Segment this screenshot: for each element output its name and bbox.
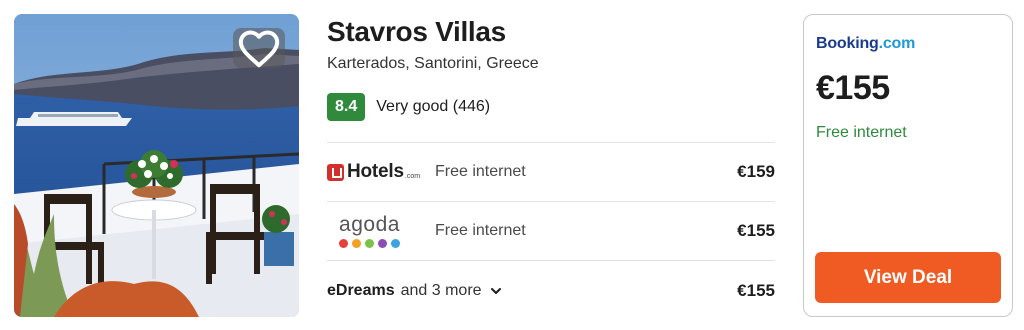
hotel-location: Karterados, Santorini, Greece [327, 55, 539, 72]
hotel-name[interactable]: Stavros Villas [327, 14, 775, 50]
booking-logo-name: Booking [816, 35, 879, 52]
rating-row[interactable]: 8.4 Very good (446) [327, 93, 775, 121]
provider-row-hotels-com[interactable]: Hotels .com Free internet €159 [327, 143, 775, 202]
chevron-down-icon[interactable] [490, 287, 502, 295]
agoda-dots-icon [339, 239, 400, 248]
booking-logo-suffix: .com [878, 35, 916, 52]
heart-icon [238, 30, 280, 68]
provider-feature: Free internet [435, 163, 526, 180]
hotels-com-logo-suffix: .com [404, 172, 421, 180]
hotels-com-logo-text: Hotels [347, 161, 404, 182]
provider-row-edreams[interactable]: eDreams and 3 more €155 [327, 261, 775, 320]
edreams-name: eDreams [327, 281, 395, 299]
hotel-info: Stavros Villas Karterados, Santorini, Gr… [327, 14, 775, 121]
provider-feature: Free internet [435, 222, 526, 239]
hotels-com-mark-icon [327, 163, 344, 181]
agoda-logo-text: agoda [339, 213, 400, 236]
rating-label: Very good (446) [376, 98, 491, 115]
agoda-logo: agoda [327, 214, 435, 248]
provider-list: Hotels .com Free internet €159 agoda Fre… [327, 142, 775, 320]
hotels-com-logo: Hotels .com [327, 161, 435, 183]
more-providers-link[interactable]: and 3 more [401, 282, 482, 300]
review-score-badge: 8.4 [327, 93, 366, 121]
hotel-photo[interactable] [14, 14, 299, 317]
booking-com-logo: Booking.com [816, 35, 1000, 53]
deal-feature: Free internet [816, 124, 907, 141]
view-deal-button[interactable]: View Deal [815, 252, 1001, 303]
provider-price: €159 [737, 162, 775, 181]
provider-price: €155 [737, 280, 775, 300]
favorite-button[interactable] [233, 28, 285, 68]
deal-price: €155 [816, 69, 890, 107]
provider-price: €155 [737, 221, 775, 240]
provider-row-agoda[interactable]: agoda Free internet €155 [327, 202, 775, 261]
best-deal-card[interactable]: Booking.com €155 Free internet View Deal [803, 14, 1013, 317]
